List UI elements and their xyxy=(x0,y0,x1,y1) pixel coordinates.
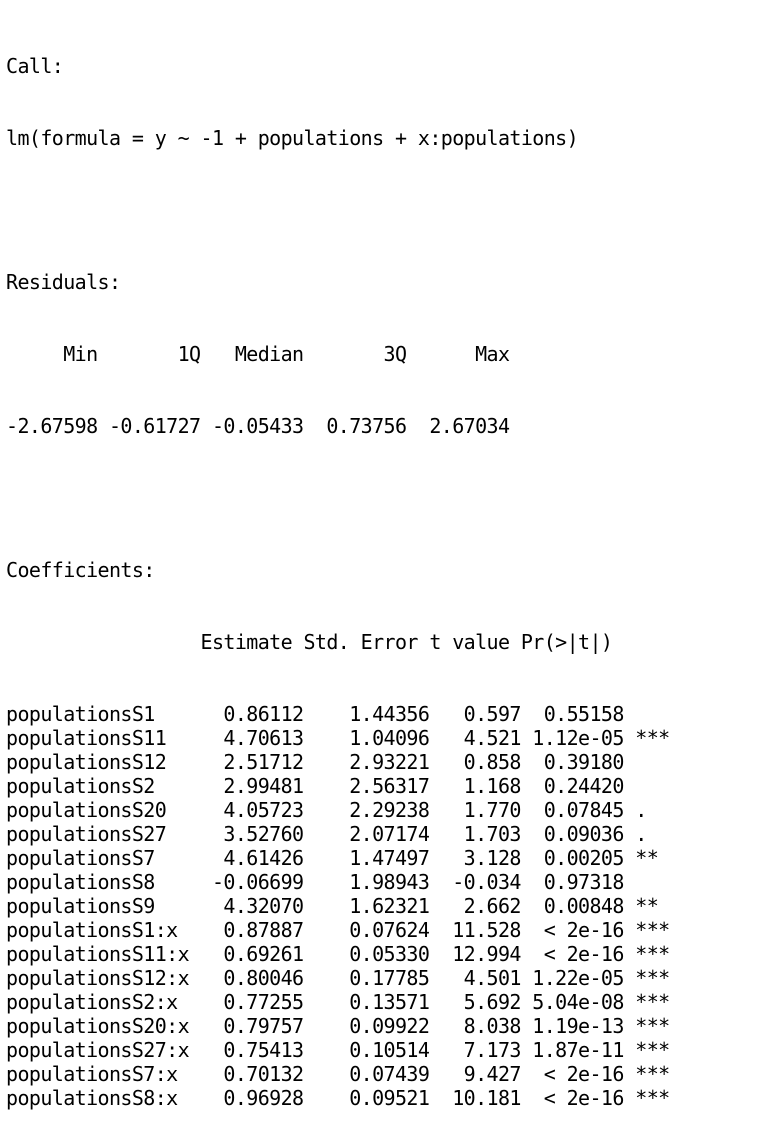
call-header: Call: xyxy=(6,54,64,78)
coefficient-row: populationsS27 3.52760 2.07174 1.703 0.0… xyxy=(6,822,670,846)
residuals-values: -2.67598 -0.61727 -0.05433 0.73756 2.670… xyxy=(6,414,521,438)
coefficients-table: populationsS1 0.86112 1.44356 0.597 0.55… xyxy=(6,702,670,1110)
coefficient-row: populationsS20:x 0.79757 0.09922 8.038 1… xyxy=(6,1014,670,1038)
coefficient-row: populationsS12 2.51712 2.93221 0.858 0.3… xyxy=(6,750,670,774)
residuals-header: Residuals: xyxy=(6,270,121,294)
coefficient-row: populationsS20 4.05723 2.29238 1.770 0.0… xyxy=(6,798,670,822)
r-console-output: Call: lm(formula = y ~ -1 + populations … xyxy=(6,6,670,1134)
coefficient-row: populationsS2:x 0.77255 0.13571 5.692 5.… xyxy=(6,990,670,1014)
call-formula: lm(formula = y ~ -1 + populations + x:po… xyxy=(6,126,579,150)
coefficient-row: populationsS8 -0.06699 1.98943 -0.034 0.… xyxy=(6,870,670,894)
coefficient-row: populationsS11 4.70613 1.04096 4.521 1.1… xyxy=(6,726,670,750)
coefficient-row: populationsS1:x 0.87887 0.07624 11.528 <… xyxy=(6,918,670,942)
coefficient-row: populationsS8:x 0.96928 0.09521 10.181 <… xyxy=(6,1086,670,1110)
coefficient-row: populationsS2 2.99481 2.56317 1.168 0.24… xyxy=(6,774,670,798)
coefficient-row: populationsS11:x 0.69261 0.05330 12.994 … xyxy=(6,942,670,966)
coefficient-row: populationsS7:x 0.70132 0.07439 9.427 < … xyxy=(6,1062,670,1086)
coefficient-row: populationsS9 4.32070 1.62321 2.662 0.00… xyxy=(6,894,670,918)
coefficient-row: populationsS1 0.86112 1.44356 0.597 0.55… xyxy=(6,702,670,726)
coefficient-row: populationsS27:x 0.75413 0.10514 7.173 1… xyxy=(6,1038,670,1062)
residuals-columns: Min 1Q Median 3Q Max xyxy=(6,342,521,366)
coefficient-row: populationsS12:x 0.80046 0.17785 4.501 1… xyxy=(6,966,670,990)
coefficient-row: populationsS7 4.61426 1.47497 3.128 0.00… xyxy=(6,846,670,870)
coefficients-header: Coefficients: xyxy=(6,558,155,582)
